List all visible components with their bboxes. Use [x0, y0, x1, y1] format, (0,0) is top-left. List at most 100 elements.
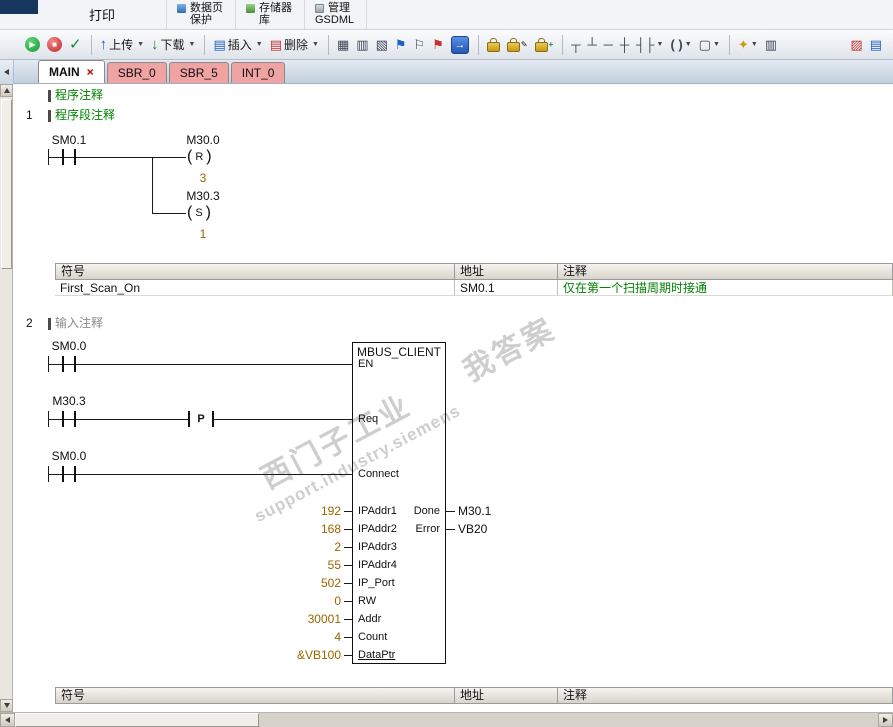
network-1-comment[interactable]: 程序段注释	[55, 108, 115, 122]
bookmark-next-button[interactable]: ⚐	[411, 34, 429, 56]
comment-cell[interactable]: 仅在第一个扫描周期时接通	[558, 280, 893, 296]
cross-reference-button[interactable]: ▤	[867, 34, 885, 56]
set-coil[interactable]: (S)	[186, 205, 212, 221]
symbol-table-button[interactable]: ▥	[353, 34, 371, 56]
value-rw[interactable]: 0	[246, 594, 341, 608]
library-button[interactable]: 库	[246, 14, 292, 26]
lock-edit-button[interactable]: ✎	[504, 34, 531, 56]
protect-button[interactable]: 保护	[177, 14, 223, 26]
program-editor-canvas[interactable]: 西门子工业我答案 support.industry.siemens 程序注释 1…	[0, 84, 893, 712]
contact-m303[interactable]	[62, 411, 76, 427]
box-dropdown-icon[interactable]: ▼	[713, 41, 720, 48]
tab-scroll-left-button[interactable]	[0, 60, 14, 84]
insert-box-button[interactable]: ▢ ▼	[696, 34, 723, 56]
tab-sbr5[interactable]: SBR_5	[168, 62, 229, 83]
reset-coil[interactable]: (R)	[186, 149, 213, 165]
operand-error[interactable]: VB20	[458, 522, 487, 536]
symbol-addressing-button[interactable]: ▦	[334, 34, 352, 56]
status-chart-button[interactable]: ▨	[847, 34, 865, 56]
vertical-scroll-thumb[interactable]	[1, 99, 12, 269]
contact-sm00-en[interactable]	[62, 356, 76, 372]
toolbar-separator	[327, 34, 329, 55]
value-ipaddr1[interactable]: 192	[246, 504, 341, 518]
bookmark-clear-button[interactable]: ⚑	[429, 34, 447, 56]
pin-stub	[344, 601, 352, 602]
value-count[interactable]: 4	[246, 630, 341, 644]
compile-button[interactable]: ✓	[66, 34, 85, 56]
tab-sbr0[interactable]: SBR_0	[106, 62, 167, 83]
gsdml-button[interactable]: GSDML	[315, 14, 354, 26]
network-2-comment[interactable]: 输入注释	[55, 316, 103, 330]
insert-dropdown-icon[interactable]: ▼	[256, 41, 263, 48]
print-button[interactable]: 打印	[38, 0, 167, 29]
wire	[152, 213, 188, 214]
apply-symbols-button[interactable]: ▧	[373, 34, 391, 56]
symbol-table-row: First_Scan_On SM0.1 仅在第一个扫描周期时接通	[55, 280, 893, 296]
tab-int0[interactable]: INT_0	[230, 62, 286, 83]
wizard-dropdown-icon[interactable]: ▼	[751, 41, 758, 48]
file-menu-corner[interactable]	[0, 0, 38, 29]
coil-dropdown-icon[interactable]: ▼	[685, 41, 692, 48]
positive-edge-contact[interactable]: P	[188, 411, 214, 427]
run-button[interactable]: ▶	[22, 34, 43, 56]
contact-sm00-connect[interactable]	[62, 466, 76, 482]
bookmark-toggle-button[interactable]: ⚑	[392, 34, 410, 56]
operand-done[interactable]: M30.1	[458, 504, 491, 518]
upload-dropdown-icon[interactable]: ▼	[137, 41, 144, 48]
vertical-scrollbar[interactable]	[0, 84, 13, 712]
horizontal-scroll-thumb[interactable]	[15, 713, 259, 727]
pou-table-button[interactable]: ▥	[762, 34, 780, 56]
download-dropdown-icon[interactable]: ▼	[189, 41, 196, 48]
coil-count: 1	[199, 227, 207, 241]
file-menu-strip	[0, 0, 38, 14]
symbol-cell[interactable]: First_Scan_On	[55, 280, 455, 296]
line-cross-button[interactable]: ┼	[617, 34, 632, 56]
delete-button[interactable]: ▤ 删除 ▼	[267, 34, 322, 56]
insert-contact-button[interactable]: ┤├ ▼	[633, 34, 666, 56]
value-dataptr[interactable]: &VB100	[246, 648, 341, 662]
horizontal-scrollbar[interactable]	[0, 712, 893, 727]
line-horizontal-button[interactable]: ─	[601, 34, 616, 56]
tab-scroll-left-icon	[4, 69, 9, 75]
insert-icon: ▤	[213, 37, 226, 52]
data-page-icon	[177, 3, 186, 13]
value-ipaddr3[interactable]: 2	[246, 540, 341, 554]
program-comment[interactable]: 程序注释	[55, 88, 103, 102]
address-cell[interactable]: SM0.1	[455, 280, 558, 296]
scroll-up-button[interactable]	[0, 84, 13, 97]
value-ipaddr2[interactable]: 168	[246, 522, 341, 536]
symbol-column-header: 符号	[55, 263, 455, 280]
scroll-up-icon	[3, 88, 10, 93]
scroll-left-button[interactable]	[0, 713, 15, 727]
lock-add-icon	[534, 38, 548, 52]
delete-dropdown-icon[interactable]: ▼	[312, 41, 319, 48]
value-addr[interactable]: 30001	[246, 612, 341, 626]
branch-up-button[interactable]: ┴	[584, 34, 599, 56]
contact-first-scan[interactable]	[62, 149, 76, 165]
scroll-track[interactable]	[259, 713, 878, 727]
program-status-button[interactable]: →	[448, 34, 472, 56]
comment-marker	[48, 90, 51, 102]
insert-coil-button[interactable]: ( ) ▼	[667, 34, 694, 56]
tab-main[interactable]: MAIN ×	[38, 60, 105, 83]
download-button[interactable]: ↓ 下载 ▼	[148, 34, 198, 56]
stop-button[interactable]: ■	[44, 34, 65, 56]
value-ipaddr4[interactable]: 55	[246, 558, 341, 572]
manage-button[interactable]: 管理	[315, 2, 354, 14]
lock-add-button[interactable]: +	[532, 34, 557, 56]
memory-icon	[246, 3, 255, 13]
insert-button[interactable]: ▤ 插入 ▼	[210, 34, 265, 56]
scroll-down-button[interactable]	[0, 699, 13, 712]
lock-button[interactable]	[484, 34, 503, 56]
value-ipport[interactable]: 502	[246, 576, 341, 590]
tab-close-icon[interactable]: ×	[87, 65, 94, 79]
memory-button[interactable]: 存储器	[246, 2, 292, 14]
upload-button[interactable]: ↑ 上传 ▼	[97, 34, 147, 56]
mbus-client-block[interactable]: MBUS_CLIENT EN Req Connect IPAddr1 IPAdd…	[352, 342, 446, 664]
scroll-left-icon	[5, 717, 10, 723]
contact-dropdown-icon[interactable]: ▼	[657, 41, 664, 48]
scroll-right-button[interactable]	[878, 713, 893, 727]
wizard-button[interactable]: ✦ ▼	[735, 34, 761, 56]
data-page-button[interactable]: 数据页	[177, 2, 223, 14]
branch-down-button[interactable]: ┬	[568, 34, 583, 56]
